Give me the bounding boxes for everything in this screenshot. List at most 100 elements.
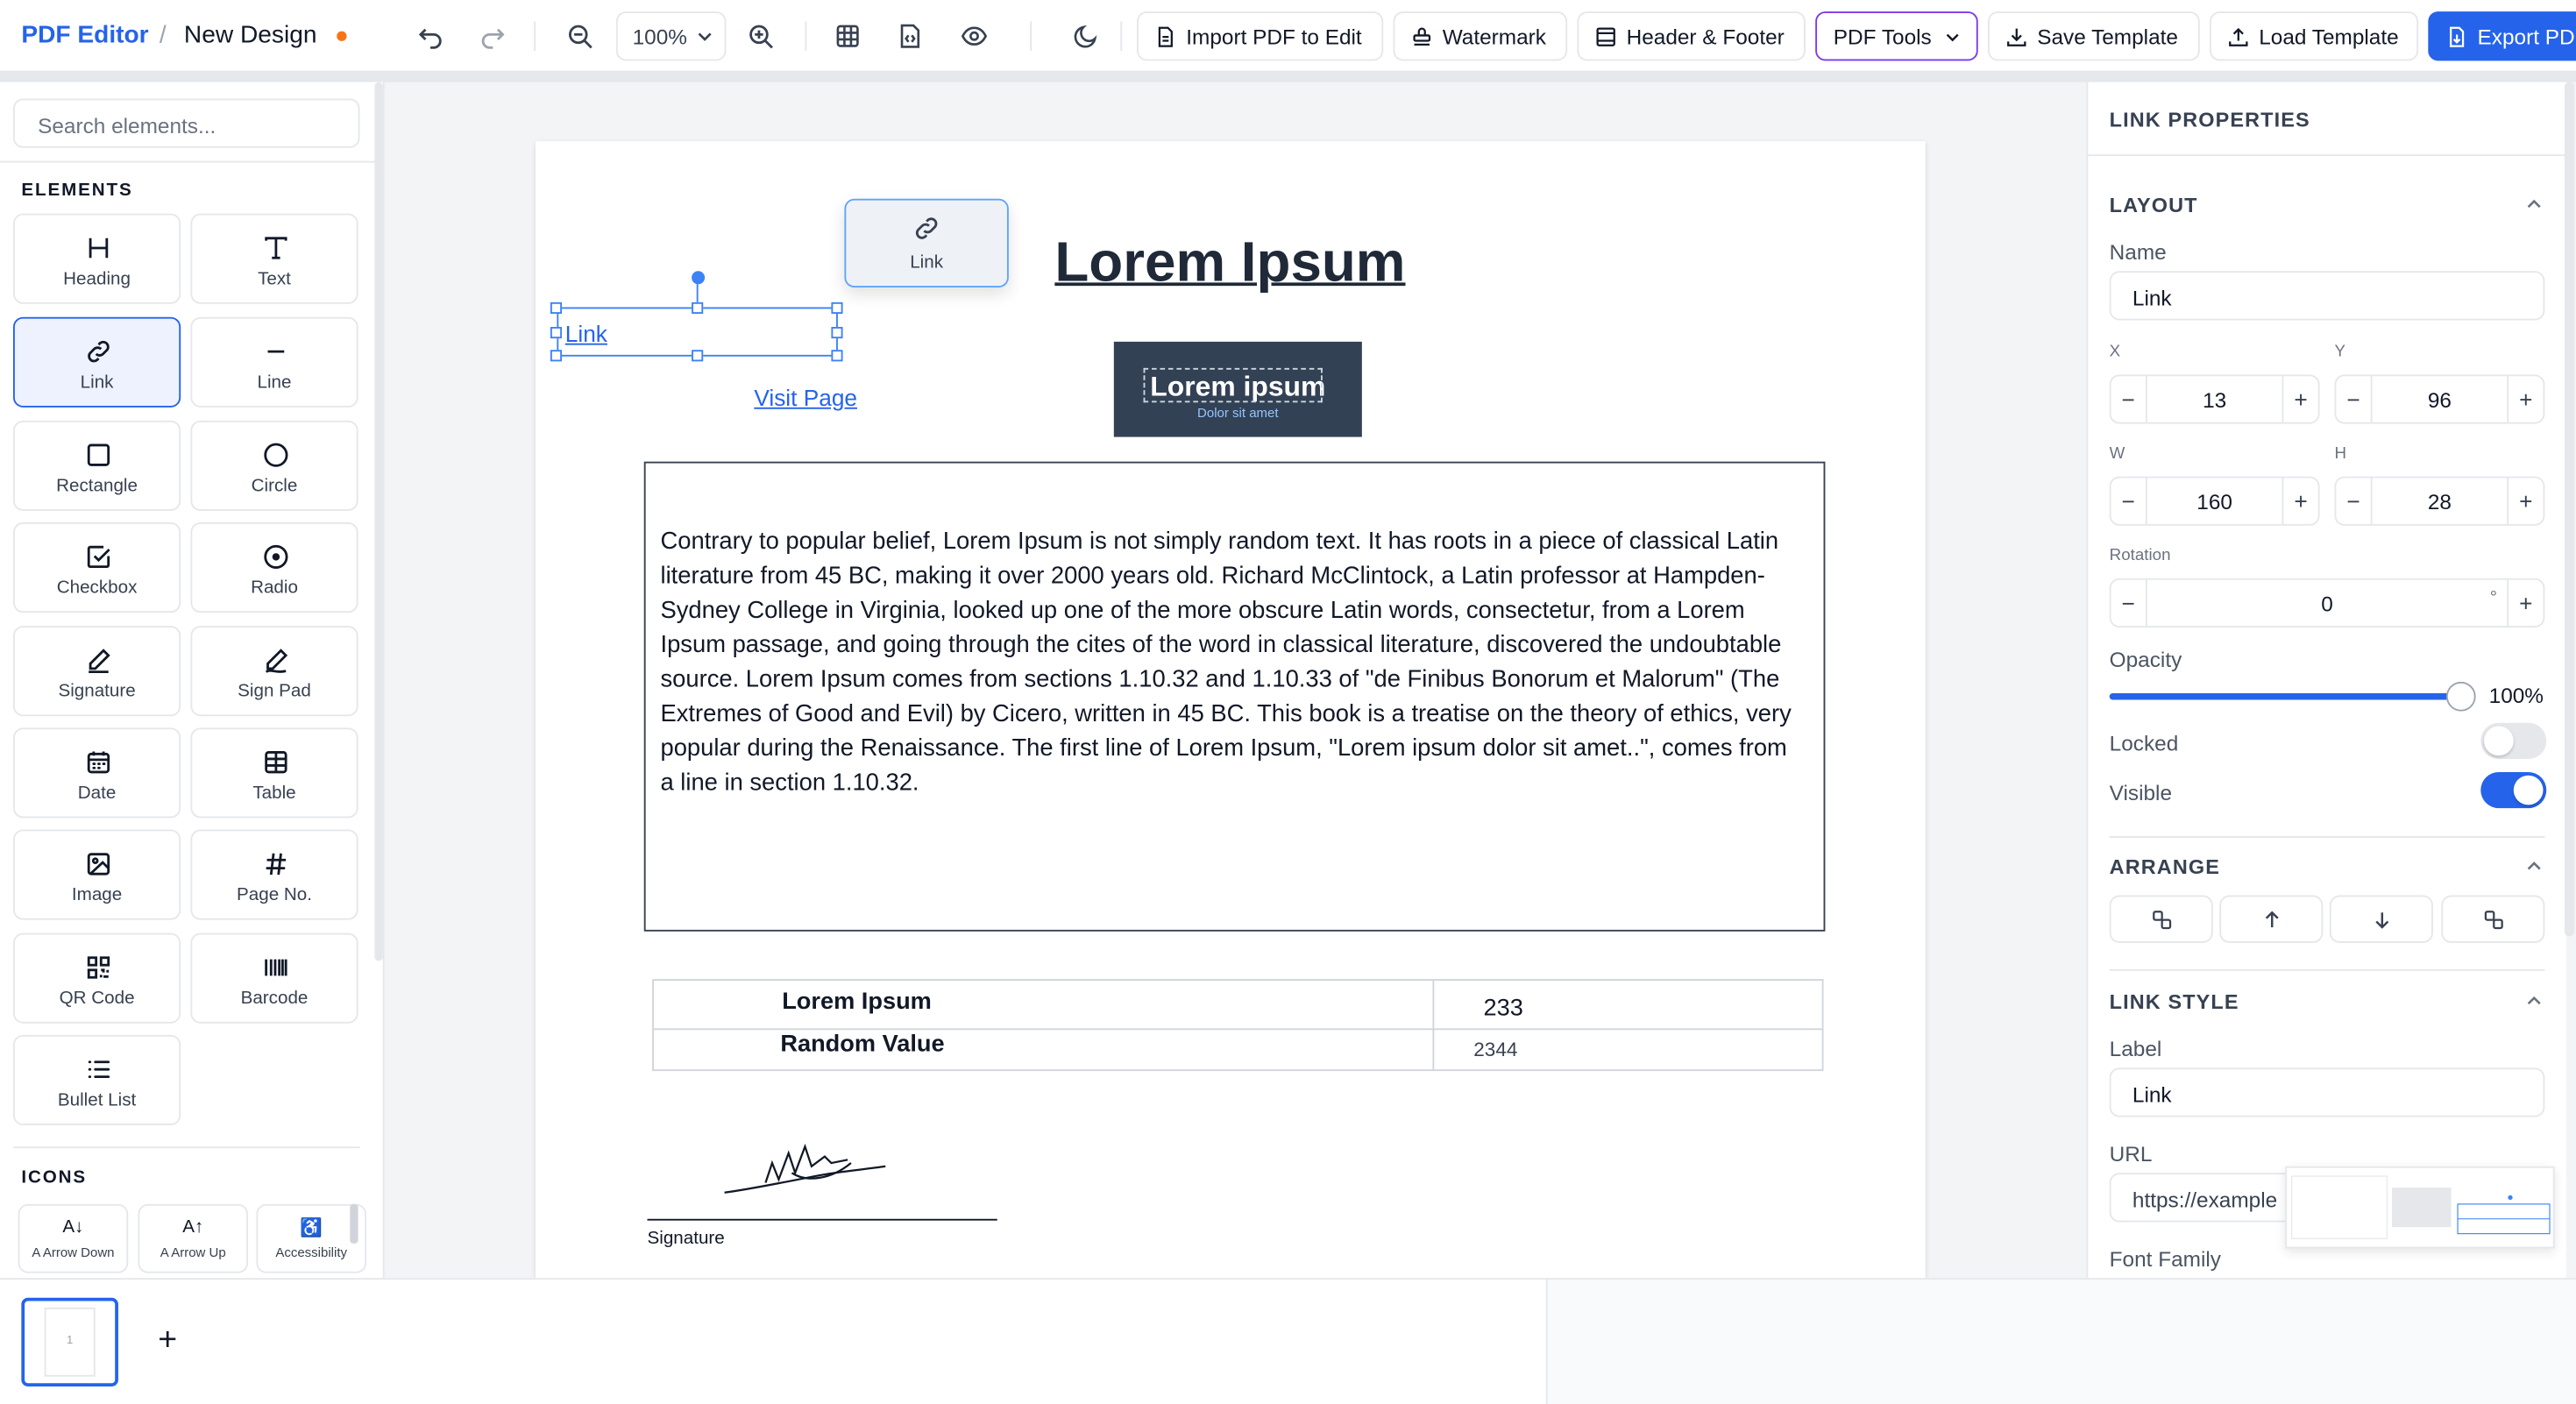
icon-a-arrow-down[interactable]: A↓ A Arrow Down	[18, 1203, 129, 1273]
element-bullet-list[interactable]: Bullet List	[12, 1034, 181, 1125]
redo-icon[interactable]	[475, 18, 511, 54]
element-page-number[interactable]: Page No.	[190, 829, 358, 920]
dark-mode-moon-icon[interactable]	[1068, 18, 1103, 54]
zoom-out-icon[interactable]	[562, 18, 598, 54]
x-increment-button[interactable]: +	[2281, 376, 2317, 422]
width-decrement-button[interactable]: −	[2111, 478, 2147, 524]
element-table[interactable]: Table	[190, 727, 358, 819]
resize-handle[interactable]	[692, 350, 704, 362]
resize-handle[interactable]	[550, 326, 563, 339]
signature-icon	[82, 644, 115, 677]
pdf-tools-dropdown[interactable]: PDF Tools	[1815, 11, 1978, 61]
element-text[interactable]: Text	[190, 213, 358, 304]
height-decrement-button[interactable]: −	[2336, 478, 2373, 524]
zoom-select[interactable]: 100%	[615, 11, 727, 61]
bring-to-front-button[interactable]	[2109, 895, 2213, 943]
app-brand[interactable]: PDF Editor	[21, 21, 148, 49]
search-elements-input[interactable]: Search elements...	[12, 98, 360, 148]
send-backward-button[interactable]	[2329, 895, 2433, 943]
resize-handle[interactable]	[831, 326, 843, 339]
chevron-up-icon[interactable]	[2525, 857, 2544, 876]
layout-section-title[interactable]: LAYOUT	[2110, 194, 2198, 216]
rotation-increment-button[interactable]: +	[2507, 579, 2543, 627]
dragged-link-element[interactable]: Link	[844, 198, 1009, 288]
rotation-stepper[interactable]: − 0 ° +	[2109, 578, 2545, 628]
y-value[interactable]: 96	[2373, 387, 2508, 412]
unsaved-indicator	[337, 31, 347, 41]
page-thumbnail[interactable]: 1	[21, 1297, 118, 1386]
element-signature[interactable]: Signature	[12, 626, 181, 717]
import-pdf-button[interactable]: Import PDF to Edit	[1137, 11, 1384, 61]
canvas-link-element[interactable]: Link	[565, 321, 607, 347]
rotation-handle[interactable]	[692, 271, 706, 285]
element-qr-code[interactable]: QR Code	[12, 932, 181, 1024]
canvas-heading[interactable]: Lorem Ipsum	[1054, 231, 1405, 295]
grid-icon[interactable]	[830, 18, 866, 54]
opacity-slider-thumb[interactable]	[2445, 681, 2476, 712]
sidebar-scrollbar[interactable]	[374, 82, 383, 961]
header-footer-button[interactable]: Header & Footer	[1577, 11, 1806, 61]
icon-a-arrow-up[interactable]: A↑ A Arrow Up	[138, 1203, 249, 1273]
link-label-input[interactable]: Link	[2109, 1067, 2545, 1117]
document-title[interactable]: New Design	[184, 21, 317, 49]
resize-handle[interactable]	[692, 301, 704, 315]
x-value[interactable]: 13	[2147, 387, 2282, 412]
bring-forward-button[interactable]	[2219, 895, 2324, 943]
preview-eye-icon[interactable]	[956, 18, 992, 54]
width-increment-button[interactable]: +	[2281, 478, 2317, 524]
y-decrement-button[interactable]: −	[2336, 376, 2373, 422]
chevron-up-icon[interactable]	[2525, 992, 2544, 1010]
element-link[interactable]: Link	[12, 316, 181, 408]
arrange-section-title[interactable]: ARRANGE	[2110, 856, 2220, 879]
code-file-icon[interactable]	[892, 18, 928, 54]
opacity-slider-track[interactable]	[2109, 692, 2461, 700]
x-decrement-button[interactable]: −	[2111, 376, 2147, 422]
canvas-minimap[interactable]	[2285, 1166, 2555, 1249]
element-checkbox[interactable]: Checkbox	[12, 522, 181, 613]
icons-scrollbar[interactable]	[350, 1203, 358, 1244]
signature-drawing[interactable]	[716, 1133, 893, 1205]
element-barcode[interactable]: Barcode	[190, 932, 358, 1024]
resize-handle[interactable]	[550, 350, 563, 362]
x-stepper[interactable]: − 13 +	[2109, 374, 2320, 424]
element-heading[interactable]: Heading	[12, 213, 181, 304]
export-pdf-button[interactable]: Export PD	[2428, 11, 2576, 61]
link-style-section-title[interactable]: LINK STYLE	[2110, 990, 2239, 1013]
canvas-table[interactable]: Lorem Ipsum 233 Random Value 2344	[652, 979, 1824, 1072]
export-pdf-label: Export PD	[2477, 24, 2575, 49]
watermark-button[interactable]: Watermark	[1393, 11, 1568, 61]
zoom-in-icon[interactable]	[742, 18, 778, 54]
resize-handle[interactable]	[550, 301, 563, 315]
send-to-back-button[interactable]	[2441, 895, 2545, 943]
locked-toggle[interactable]	[2480, 722, 2547, 759]
properties-scrollbar[interactable]	[2564, 82, 2575, 937]
visible-toggle[interactable]	[2480, 771, 2547, 809]
visit-page-link[interactable]: Visit Page	[754, 385, 857, 411]
save-template-button[interactable]: Save Template	[1987, 11, 2200, 61]
add-page-button[interactable]: +	[153, 1322, 182, 1358]
height-value[interactable]: 28	[2373, 490, 2508, 514]
load-template-button[interactable]: Load Template	[2210, 11, 2419, 61]
undo-icon[interactable]	[412, 18, 448, 54]
chevron-up-icon[interactable]	[2525, 195, 2544, 214]
name-input[interactable]: Link	[2109, 271, 2545, 321]
height-increment-button[interactable]: +	[2507, 478, 2543, 524]
element-image[interactable]: Image	[12, 829, 181, 920]
save-template-label: Save Template	[2037, 24, 2178, 49]
resize-handle[interactable]	[831, 350, 843, 362]
element-line[interactable]: Line	[190, 316, 358, 408]
resize-handle[interactable]	[831, 301, 843, 315]
element-sign-pad[interactable]: Sign Pad	[190, 626, 358, 717]
y-stepper[interactable]: − 96 +	[2334, 374, 2545, 424]
rotation-value[interactable]: 0	[2147, 592, 2507, 616]
width-value[interactable]: 160	[2147, 490, 2282, 514]
width-stepper[interactable]: − 160 +	[2109, 476, 2320, 526]
element-radio[interactable]: Radio	[190, 522, 358, 613]
element-rectangle[interactable]: Rectangle	[12, 420, 181, 511]
height-stepper[interactable]: − 28 +	[2334, 476, 2545, 526]
rotation-decrement-button[interactable]: −	[2111, 579, 2147, 627]
paragraph-text-block[interactable]: Contrary to popular belief, Lorem Ipsum …	[643, 461, 1826, 932]
y-increment-button[interactable]: +	[2507, 376, 2543, 422]
element-date[interactable]: Date	[12, 727, 181, 819]
element-circle[interactable]: Circle	[190, 420, 358, 511]
